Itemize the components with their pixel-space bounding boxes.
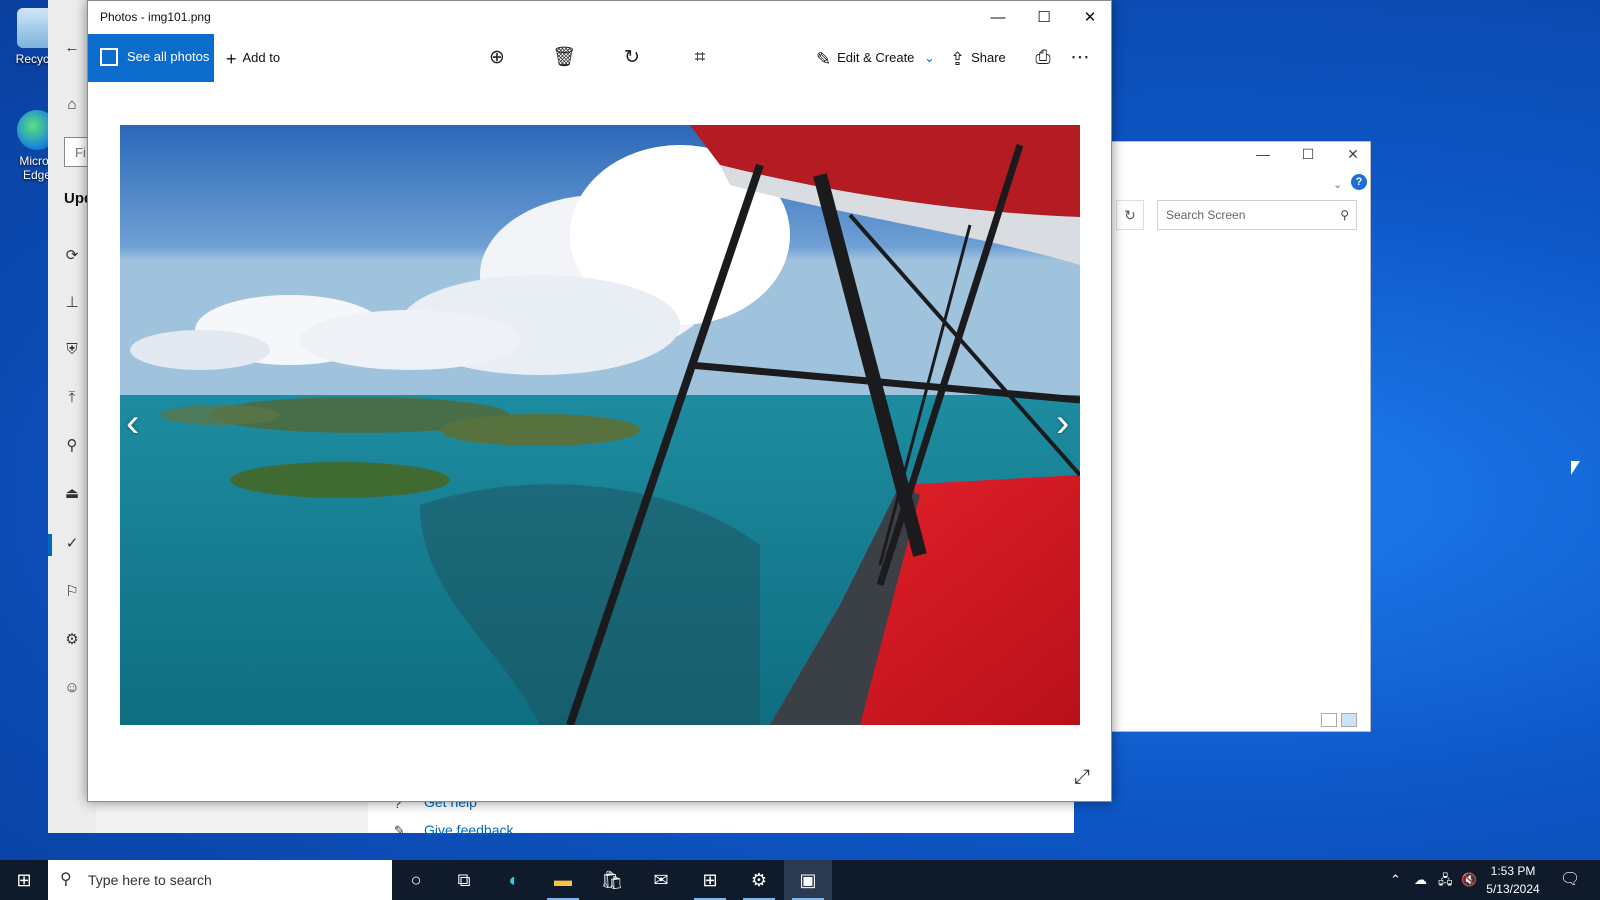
delivery-icon[interactable]: ⊥: [62, 293, 82, 313]
recovery-icon[interactable]: ⏏: [62, 484, 82, 504]
maximize-button[interactable]: ☐: [1021, 1, 1067, 34]
taskbar-mail[interactable]: ✉: [637, 860, 685, 900]
taskbar-search-box[interactable]: ⚲ Type here to search: [48, 860, 392, 900]
show-hidden-icons-button[interactable]: ⌃: [1390, 860, 1401, 900]
share-icon: ⇪: [950, 48, 966, 69]
feedback-icon: ✎: [394, 823, 405, 838]
close-button[interactable]: ✕: [1338, 146, 1368, 163]
home-icon[interactable]: ⌂: [62, 95, 82, 115]
photo-image[interactable]: [120, 125, 1080, 725]
minimize-button[interactable]: —: [975, 1, 1021, 34]
taskbar-network-app[interactable]: ⊞: [686, 860, 734, 900]
print-icon[interactable]: ⎙: [1031, 46, 1055, 70]
taskbar-edge[interactable]: ◐: [490, 860, 538, 900]
rotate-icon[interactable]: ↻: [620, 46, 644, 70]
refresh-button[interactable]: ↻: [1116, 200, 1144, 230]
give-feedback-link[interactable]: Give feedback: [424, 822, 514, 838]
see-all-photos-button[interactable]: See all photos: [88, 34, 214, 82]
developer-icon[interactable]: ⚙: [62, 630, 82, 650]
taskbar-search-placeholder: Type here to search: [88, 872, 212, 888]
cortana-icon: ○: [410, 870, 422, 890]
see-all-photos-label: See all photos: [127, 49, 210, 64]
photos-icon: ▣: [799, 870, 817, 890]
chevron-down-icon[interactable]: ⌄: [1333, 178, 1342, 191]
photos-toolbar: See all photos + Add to ⊕ 🗑 ↻ ⌗ ✎ Edit & C…: [88, 34, 1111, 82]
explorer-window: — ☐ ✕ ⌄ ? ↻ Search Screen ⚲: [1108, 141, 1371, 732]
mail-icon: ✉: [653, 870, 669, 890]
zoom-icon[interactable]: ⊕: [485, 46, 509, 70]
task-view-icon: ⧉: [457, 870, 471, 890]
wrench-icon[interactable]: ⚲: [62, 436, 82, 456]
sync-icon[interactable]: ⟳: [62, 246, 82, 266]
shield-icon[interactable]: ⛨: [62, 340, 82, 360]
taskbar-settings[interactable]: ⚙: [735, 860, 783, 900]
network-app-icon: ⊞: [702, 870, 718, 890]
edge-icon: ◐: [508, 870, 520, 890]
large-icons-view-button[interactable]: [1341, 713, 1357, 727]
help-icon[interactable]: ?: [1351, 174, 1367, 190]
taskbar-file-explorer[interactable]: ▬: [539, 860, 587, 900]
gear-icon: ⚙: [750, 870, 768, 890]
task-view-button[interactable]: ⧉: [440, 860, 488, 900]
backup-icon[interactable]: ⤒: [62, 388, 82, 408]
add-to-label: Add to: [242, 50, 281, 65]
plus-icon: +: [226, 48, 237, 69]
add-to-button[interactable]: + Add to: [226, 34, 280, 82]
crop-icon[interactable]: ⌗: [688, 46, 712, 70]
mouse-cursor: [1571, 461, 1580, 475]
notification-center-icon[interactable]: 🗨: [1560, 860, 1580, 900]
edit-create-label: Edit & Create: [837, 50, 915, 65]
activation-icon[interactable]: ✓: [62, 534, 82, 554]
taskbar: ⊞ ⚲ Type here to search ○ ⧉ ◐ ▬ 🛍 ✉ ⊞ ⚙ …: [0, 860, 1600, 900]
photos-window: Photos - img101.png — ☐ ✕ See all photos…: [87, 0, 1112, 802]
volume-muted-icon[interactable]: 🔇: [1461, 860, 1477, 900]
find-device-icon[interactable]: ⚐: [62, 582, 82, 602]
chevron-up-icon: ⌃: [1390, 872, 1401, 887]
search-placeholder: Search Screen: [1166, 208, 1246, 222]
details-view-button[interactable]: [1321, 713, 1337, 727]
insider-icon[interactable]: ☺: [62, 678, 82, 698]
cortana-button[interactable]: ○: [392, 860, 440, 900]
windows-logo-icon: ⊞: [16, 870, 32, 890]
network-icon[interactable]: 🖧: [1438, 860, 1453, 900]
back-arrow-icon[interactable]: ←: [62, 38, 82, 58]
system-clock[interactable]: 1:53 PM 5/13/2024: [1481, 862, 1545, 898]
photo-illustration: [120, 125, 1080, 725]
start-button[interactable]: ⊞: [0, 860, 48, 900]
delete-icon[interactable]: 🗑: [552, 46, 576, 70]
window-title: Photos - img101.png: [100, 10, 211, 24]
share-label: Share: [971, 50, 1006, 65]
clock-time: 1:53 PM: [1490, 864, 1536, 878]
maximize-button[interactable]: ☐: [1293, 146, 1323, 163]
chevron-down-icon: ⌄: [924, 50, 935, 65]
store-icon: 🛍: [600, 870, 624, 890]
search-icon: ⚲: [60, 871, 72, 888]
taskbar-store[interactable]: 🛍: [588, 860, 636, 900]
edit-icon: ✎: [816, 48, 832, 69]
search-input[interactable]: Search Screen ⚲: [1157, 200, 1357, 230]
share-button[interactable]: ⇪ Share: [950, 34, 1006, 82]
previous-photo-arrow[interactable]: ‹: [126, 401, 139, 446]
edit-create-button[interactable]: ✎ Edit & Create ⌄: [816, 34, 935, 82]
search-icon: ⚲: [1340, 208, 1349, 222]
fullscreen-icon[interactable]: ⤢: [1074, 766, 1090, 789]
close-button[interactable]: ✕: [1067, 1, 1113, 34]
more-options-icon[interactable]: ⋯: [1068, 46, 1092, 70]
minimize-button[interactable]: —: [1248, 146, 1278, 162]
folder-icon: ▬: [554, 870, 572, 890]
clock-date: 5/13/2024: [1486, 882, 1540, 896]
taskbar-photos[interactable]: ▣: [784, 860, 832, 900]
next-photo-arrow[interactable]: ›: [1056, 401, 1069, 446]
title-bar: Photos - img101.png — ☐ ✕: [88, 1, 1111, 34]
photos-icon: [100, 48, 118, 66]
selection-indicator: [48, 534, 52, 556]
onedrive-icon[interactable]: ☁: [1414, 860, 1427, 900]
